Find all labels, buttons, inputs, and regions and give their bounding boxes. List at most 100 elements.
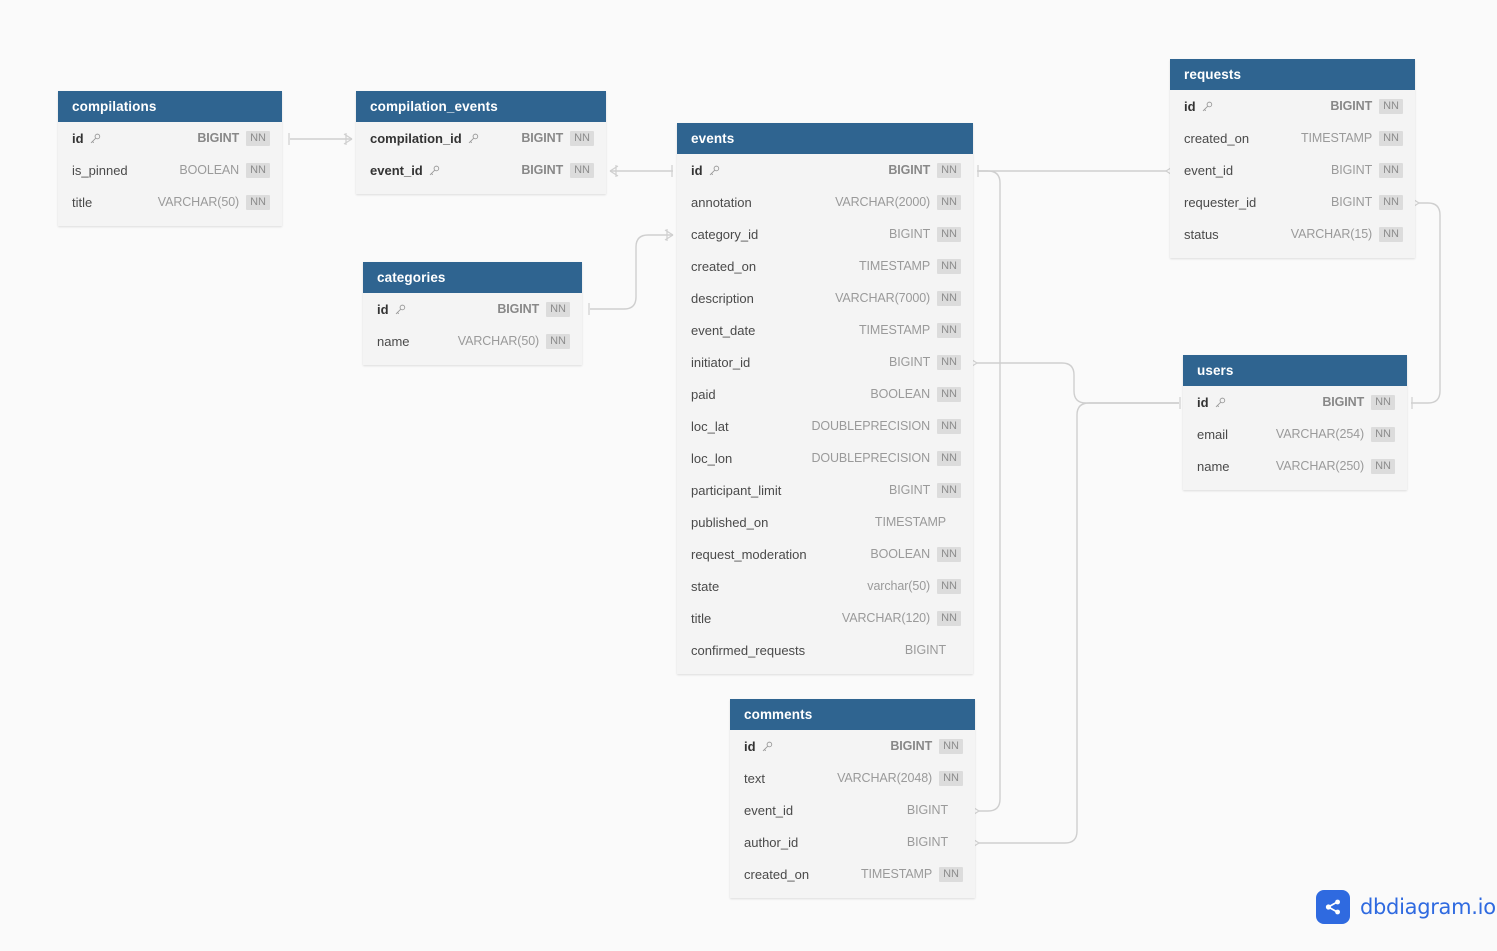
table-comments[interactable]: comments id BIGINT NN text VARCHAR(2048) NN eve… [730,699,975,898]
not-null-badge: NN [937,482,961,498]
field-row[interactable]: name VARCHAR(250) NN [1183,450,1407,482]
field-row[interactable]: id BIGINT NN [58,122,282,154]
field-row[interactable]: text VARCHAR(2048) NN [730,762,975,794]
table-header-comments[interactable]: comments [730,699,975,730]
field-row[interactable]: confirmed_requests BIGINT [677,634,973,666]
field-row[interactable]: participant_limit BIGINT NN [677,474,973,506]
field-row[interactable]: requester_id BIGINT NN [1170,186,1415,218]
field-row[interactable]: id BIGINT NN [677,154,973,186]
field-row[interactable]: event_id BIGINT NN [1170,154,1415,186]
field-type: BIGINT [197,131,240,145]
table-header-compilation_events[interactable]: compilation_events [356,91,606,122]
field-row[interactable]: event_date TIMESTAMP NN [677,314,973,346]
table-footer-pad [58,218,282,226]
field-name-wrap: name [1197,459,1230,474]
not-null-badge: NN [937,386,961,402]
table-header-compilations[interactable]: compilations [58,91,282,122]
field-name: id [72,130,84,146]
field-name-wrap: request_moderation [691,547,807,562]
field-name: created_on [1184,130,1250,146]
field-name: category_id [691,226,759,242]
table-footer-pad [1170,250,1415,258]
field-name: initiator_id [691,354,751,370]
field-row[interactable]: email VARCHAR(254) NN [1183,418,1407,450]
not-null-badge: NN [246,162,270,178]
field-row[interactable]: created_on TIMESTAMP NN [677,250,973,282]
field-type: VARCHAR(50) [157,195,240,209]
field-type: BIGINT [889,227,931,241]
field-name-wrap: created_on [691,259,756,274]
field-row[interactable]: description VARCHAR(7000) NN [677,282,973,314]
field-row[interactable]: request_moderation BOOLEAN NN [677,538,973,570]
relation-comments-to-users [979,402,1179,844]
field-row[interactable]: compilation_id BIGINT NN [356,122,606,154]
table-footer-pad [730,890,975,898]
field-row[interactable]: id BIGINT NN [1183,386,1407,418]
field-row[interactable]: category_id BIGINT NN [677,218,973,250]
table-requests[interactable]: requests id BIGINT NN created_on TIMESTAMP NN e… [1170,59,1415,258]
field-row[interactable]: title VARCHAR(50) NN [58,186,282,218]
field-row[interactable]: status VARCHAR(15) NN [1170,218,1415,250]
table-header-users[interactable]: users [1183,355,1407,386]
table-footer-pad [363,357,582,365]
field-row[interactable]: paid BOOLEAN NN [677,378,973,410]
field-name: event_id [744,802,794,818]
relation-events-to-users [977,362,1179,404]
relation-requests-to-users [1411,202,1441,404]
not-null-badge: NN [1379,162,1403,178]
table-header-requests[interactable]: requests [1170,59,1415,90]
field-row[interactable]: annotation VARCHAR(2000) NN [677,186,973,218]
field-name: is_pinned [72,162,128,178]
table-footer-pad [677,666,973,674]
field-name-wrap: annotation [691,195,752,210]
field-row[interactable]: initiator_id BIGINT NN [677,346,973,378]
table-body-compilation_events: compilation_id BIGINT NN event_id BIGINT NN [356,122,606,186]
table-header-events[interactable]: events [677,123,973,154]
field-row[interactable]: loc_lon DOUBLEPRECISION NN [677,442,973,474]
not-null-badge: NN [1371,458,1395,474]
field-row[interactable]: id BIGINT NN [363,293,582,325]
diagram-canvas[interactable]: compilations id BIGINT NN is_pinned BOOLEAN NN… [0,0,1497,951]
field-row[interactable]: name VARCHAR(50) NN [363,325,582,357]
field-row[interactable]: is_pinned BOOLEAN NN [58,154,282,186]
field-row[interactable]: state varchar(50) NN [677,570,973,602]
field-type: BOOLEAN [870,387,931,401]
table-body-comments: id BIGINT NN text VARCHAR(2048) NN event_id BIG… [730,730,975,890]
not-null-badge: NN [937,610,961,626]
field-row[interactable]: event_id BIGINT [730,794,975,826]
table-compilations[interactable]: compilations id BIGINT NN is_pinned BOOLEAN NN… [58,91,282,226]
field-row[interactable]: author_id BIGINT [730,826,975,858]
not-null-badge: NN [939,770,963,786]
field-name: created_on [744,866,810,882]
table-body-events: id BIGINT NN annotation VARCHAR(2000) NN categ… [677,154,973,666]
field-row[interactable]: id BIGINT NN [1170,90,1415,122]
field-type: VARCHAR(2048) [837,771,933,785]
relation-events-to-categories [590,234,673,310]
field-name-wrap: id [744,739,773,754]
dbdiagram-watermark[interactable]: dbdiagram.io [1316,890,1496,924]
field-type: BIGINT [1331,195,1373,209]
not-null-badge-empty [955,809,963,812]
table-events[interactable]: events id BIGINT NN annotation VARCHAR(2000) N… [677,123,973,674]
field-row[interactable]: published_on TIMESTAMP [677,506,973,538]
field-name-wrap: confirmed_requests [691,643,805,658]
field-row[interactable]: created_on TIMESTAMP NN [730,858,975,890]
field-row[interactable]: title VARCHAR(120) NN [677,602,973,634]
field-row[interactable]: id BIGINT NN [730,730,975,762]
field-name-wrap: created_on [744,867,809,882]
field-name: id [744,738,756,754]
field-row[interactable]: created_on TIMESTAMP NN [1170,122,1415,154]
field-row[interactable]: event_id BIGINT NN [356,154,606,186]
crowfoot-compilation-events-compilation-id [343,133,353,145]
field-name-wrap: loc_lat [691,419,729,434]
table-categories[interactable]: categories id BIGINT NN name VARCHAR(50) NN [363,262,582,365]
table-compilation_events[interactable]: compilation_events compilation_id BIGINT NN… [356,91,606,194]
field-name: created_on [691,258,757,274]
field-name-wrap: is_pinned [72,163,128,178]
field-type: TIMESTAMP [861,867,933,881]
field-row[interactable]: loc_lat DOUBLEPRECISION NN [677,410,973,442]
field-type: BIGINT [906,835,948,849]
table-users[interactable]: users id BIGINT NN email VARCHAR(254) NN name VA… [1183,355,1407,490]
field-name-wrap: compilation_id [370,131,479,146]
table-header-categories[interactable]: categories [363,262,582,293]
